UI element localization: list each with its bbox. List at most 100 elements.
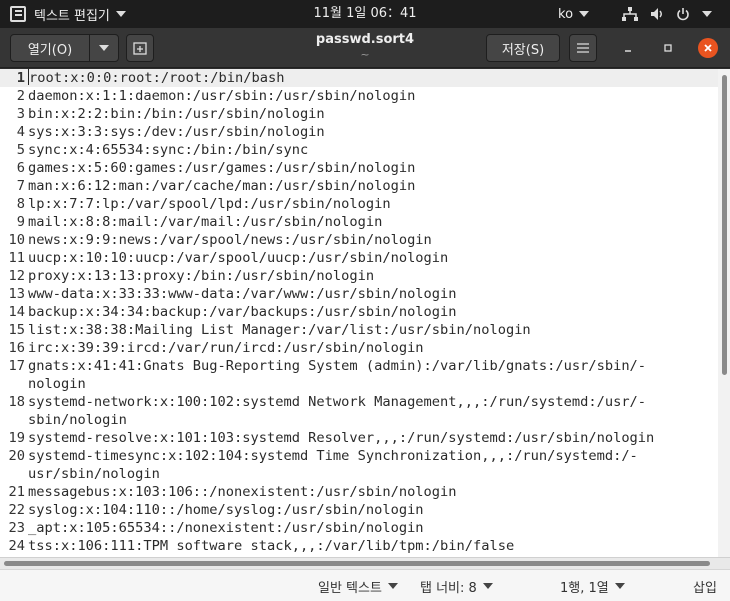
line-text[interactable]: proxy:x:13:13:proxy:/bin:/usr/sbin/nolog…	[28, 267, 374, 285]
line-text[interactable]: syslog:x:104:110::/home/syslog:/usr/sbin…	[28, 501, 424, 519]
line-text[interactable]: daemon:x:1:1:daemon:/usr/sbin:/usr/sbin/…	[28, 87, 415, 105]
line-number	[0, 375, 28, 393]
line-text[interactable]: bin:x:2:2:bin:/bin:/usr/sbin/nologin	[28, 105, 325, 123]
clock[interactable]: 11월 1일 06：41	[0, 0, 730, 28]
line-number: 20	[8, 448, 25, 464]
editor-line[interactable]: 4 sys:x:3:3:sys:/dev:/usr/sbin/nologin	[0, 123, 718, 141]
line-text[interactable]: tss:x:106:111:TPM software stack,,,:/var…	[28, 537, 514, 555]
editor-line[interactable]: 6 games:x:5:60:games:/usr/games:/usr/sbin…	[0, 159, 718, 177]
line-number: 19	[8, 430, 25, 446]
line-text[interactable]: sbin/nologin	[28, 411, 127, 429]
editor-line[interactable]: 19 systemd-resolve:x:101:103:systemd Reso…	[0, 429, 718, 447]
editor-line[interactable]: 24 tss:x:106:111:TPM software stack,,,:/v…	[0, 537, 718, 555]
minimize-icon	[625, 50, 631, 52]
editor-line[interactable]: 18 systemd-network:x:100:102:systemd Netw…	[0, 393, 718, 411]
line-number: 12	[8, 268, 25, 284]
cursor-position-label: 1행, 1열	[560, 580, 609, 596]
editor-line[interactable]: 8 lp:x:7:7:lp:/var/spool/lpd:/usr/sbin/no…	[0, 195, 718, 213]
line-text[interactable]: list:x:38:38:Mailing List Manager:/var/l…	[28, 321, 531, 339]
editor-line[interactable]: 21 messagebus:x:103:106::/nonexistent:/us…	[0, 483, 718, 501]
editor-line[interactable]: nologin	[0, 375, 718, 393]
system-tray[interactable]	[622, 0, 712, 28]
line-text[interactable]: messagebus:x:103:106::/nonexistent:/usr/…	[28, 483, 457, 501]
chevron-down-icon	[614, 583, 625, 589]
line-text[interactable]: sync:x:4:65534:sync:/bin:/bin/sync	[28, 141, 308, 159]
line-text[interactable]: man:x:6:12:man:/var/cache/man:/usr/sbin/…	[28, 177, 415, 195]
vertical-scrollbar[interactable]	[718, 69, 730, 557]
editor-line[interactable]: 2 daemon:x:1:1:daemon:/usr/sbin:/usr/sbin…	[0, 87, 718, 105]
editor-line[interactable]: 1 root:x:0:0:root:/root:/bin/bash	[0, 69, 718, 87]
line-number: 23	[8, 520, 25, 536]
syntax-language-menu[interactable]: 일반 텍스트	[318, 570, 398, 601]
tab-width-menu[interactable]: 탭 너비: 8	[420, 570, 493, 601]
editor-line[interactable]: 3 bin:x:2:2:bin:/bin:/usr/sbin/nologin	[0, 105, 718, 123]
line-text[interactable]: root:x:0:0:root:/root:/bin/bash	[29, 69, 284, 87]
line-number: 2	[16, 88, 25, 104]
line-text[interactable]: systemd-resolve:x:101:103:systemd Resolv…	[28, 429, 654, 447]
editor-line[interactable]: usr/sbin/nologin	[0, 465, 718, 483]
line-text[interactable]: nologin	[28, 375, 86, 393]
line-number: 7	[16, 178, 25, 194]
input-language-menu[interactable]: ko	[558, 0, 590, 28]
minimize-button[interactable]	[618, 38, 638, 58]
editor-line[interactable]: 16 irc:x:39:39:ircd:/var/run/ircd:/usr/sb…	[0, 339, 718, 357]
line-text[interactable]: irc:x:39:39:ircd:/var/run/ircd:/usr/sbin…	[28, 339, 424, 357]
line-number	[0, 411, 28, 429]
line-text[interactable]: systemd-timesync:x:102:104:systemd Time …	[28, 447, 638, 465]
cursor-position-menu[interactable]: 1행, 1열	[560, 570, 625, 601]
save-button[interactable]: 저장(S)	[486, 34, 560, 62]
close-button[interactable]	[698, 38, 718, 58]
horizontal-scrollbar-thumb[interactable]	[4, 561, 710, 566]
editor-line[interactable]: 14 backup:x:34:34:backup:/var/backups:/us…	[0, 303, 718, 321]
line-number	[0, 465, 28, 483]
text-view[interactable]: 1 root:x:0:0:root:/root:/bin/bash 2 daemon:…	[0, 69, 718, 557]
editor-line[interactable]: 9 mail:x:8:8:mail:/var/mail:/usr/sbin/nol…	[0, 213, 718, 231]
line-text[interactable]: _apt:x:105:65534::/nonexistent:/usr/sbin…	[28, 519, 424, 537]
line-text[interactable]: usr/sbin/nologin	[28, 465, 160, 483]
line-number: 13	[8, 286, 25, 302]
vertical-scrollbar-thumb[interactable]	[722, 75, 727, 375]
system-top-bar: 텍스트 편집기 11월 1일 06：41 ko	[0, 0, 730, 28]
line-number: 4	[16, 124, 25, 140]
editor-line[interactable]: 23 _apt:x:105:65534::/nonexistent:/usr/sb…	[0, 519, 718, 537]
editor-line[interactable]: 11 uucp:x:10:10:uucp:/var/spool/uucp:/usr…	[0, 249, 718, 267]
editor-line[interactable]: sbin/nologin	[0, 411, 718, 429]
chevron-down-icon	[482, 583, 493, 589]
insert-mode-indicator[interactable]: 삽입	[693, 570, 717, 601]
line-number: 8	[16, 196, 25, 212]
horizontal-scrollbar[interactable]	[0, 557, 730, 569]
line-text[interactable]: mail:x:8:8:mail:/var/mail:/usr/sbin/nolo…	[28, 213, 382, 231]
language-label: ko	[558, 6, 574, 22]
hamburger-menu-button[interactable]	[569, 34, 597, 62]
line-text[interactable]: lp:x:7:7:lp:/var/spool/lpd:/usr/sbin/nol…	[28, 195, 391, 213]
line-text[interactable]: systemd-network:x:100:102:systemd Networ…	[28, 393, 646, 411]
chevron-down-icon	[702, 11, 712, 17]
editor-line[interactable]: 10 news:x:9:9:news:/var/spool/news:/usr/s…	[0, 231, 718, 249]
editor-line[interactable]: 22 syslog:x:104:110::/home/syslog:/usr/sb…	[0, 501, 718, 519]
line-text[interactable]: gnats:x:41:41:Gnats Bug-Reporting System…	[28, 357, 646, 375]
editor-line[interactable]: 12 proxy:x:13:13:proxy:/bin:/usr/sbin/nol…	[0, 267, 718, 285]
line-text[interactable]: www-data:x:33:33:www-data:/var/www:/usr/…	[28, 285, 457, 303]
line-text[interactable]: uucp:x:10:10:uucp:/var/spool/uucp:/usr/s…	[28, 249, 448, 267]
maximize-button[interactable]	[658, 38, 678, 58]
line-text[interactable]: games:x:5:60:games:/usr/games:/usr/sbin/…	[28, 159, 415, 177]
line-text[interactable]: news:x:9:9:news:/var/spool/news:/usr/sbi…	[28, 231, 432, 249]
line-number: 10	[8, 232, 25, 248]
editor-line[interactable]: 15 list:x:38:38:Mailing List Manager:/var…	[0, 321, 718, 339]
line-text[interactable]: sys:x:3:3:sys:/dev:/usr/sbin/nologin	[28, 123, 325, 141]
editor-line[interactable]: 13 www-data:x:33:33:www-data:/var/www:/us…	[0, 285, 718, 303]
hamburger-icon	[577, 43, 589, 53]
editor-line[interactable]: 7 man:x:6:12:man:/var/cache/man:/usr/sbin…	[0, 177, 718, 195]
insert-mode-label: 삽입	[693, 580, 717, 596]
editor-line[interactable]: 5 sync:x:4:65534:sync:/bin:/bin/sync	[0, 141, 718, 159]
editor-line[interactable]: 17 gnats:x:41:41:Gnats Bug-Reporting Syst…	[0, 357, 718, 375]
editor-line[interactable]: 20 systemd-timesync:x:102:104:systemd Tim…	[0, 447, 718, 465]
line-number: 11	[8, 250, 25, 266]
line-number: 17	[8, 358, 25, 374]
chevron-down-icon	[387, 583, 398, 589]
line-text[interactable]: backup:x:34:34:backup:/var/backups:/usr/…	[28, 303, 457, 321]
line-number: 16	[8, 340, 25, 356]
line-number: 18	[8, 394, 25, 410]
chevron-down-icon	[579, 11, 590, 17]
tab-width-label: 탭 너비: 8	[420, 580, 477, 596]
